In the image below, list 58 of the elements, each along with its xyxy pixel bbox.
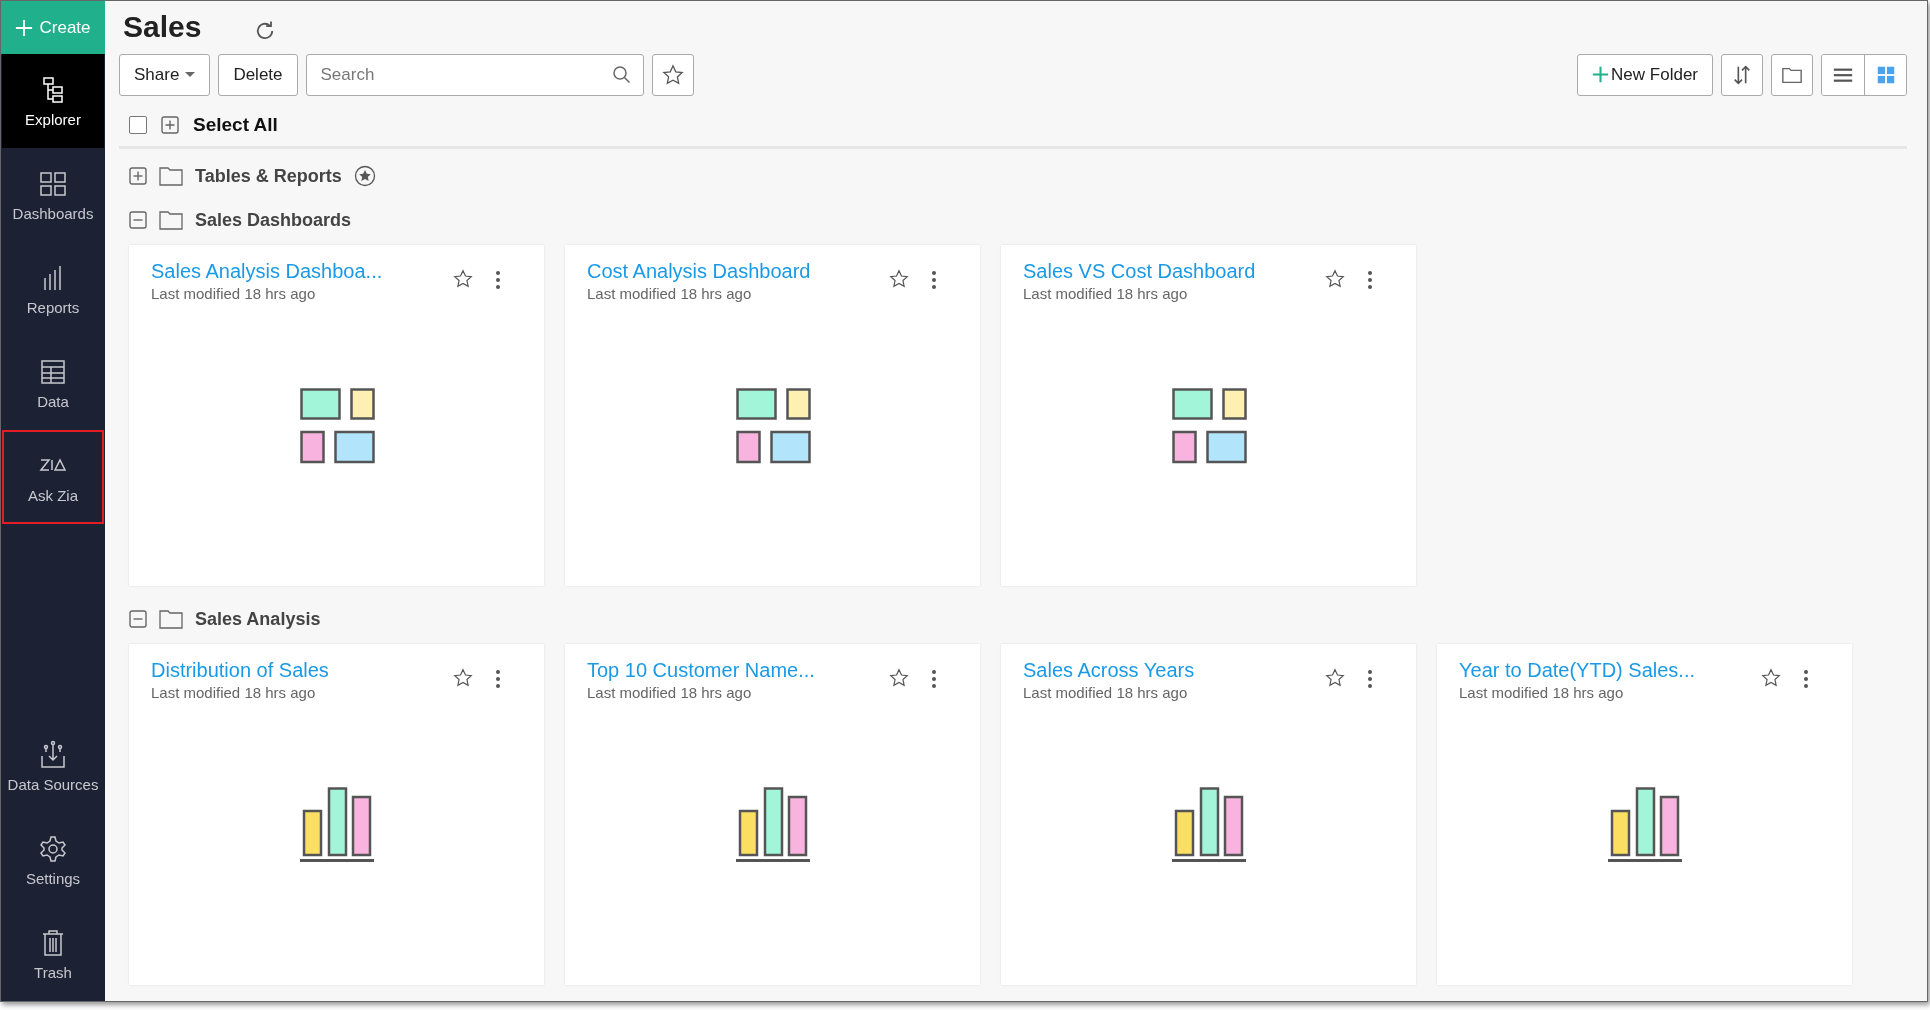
settings-icon (38, 833, 68, 864)
star-icon[interactable] (1760, 667, 1782, 689)
nav-item[interactable]: Data Sources (2, 719, 104, 813)
star-icon[interactable] (452, 667, 474, 689)
expand-icon[interactable] (161, 115, 179, 134)
star-icon (661, 63, 684, 86)
more-options-icon[interactable] (1802, 667, 1810, 691)
last-modified-text: Last modified 18 hrs ago (151, 285, 317, 302)
last-modified-text: Last modified 18 hrs ago (1459, 684, 1625, 701)
more-options-icon[interactable] (494, 268, 502, 292)
nav-item[interactable]: Trash (2, 907, 104, 1001)
sort-icon (1731, 63, 1753, 86)
more-options-icon[interactable] (494, 667, 502, 691)
folder-name[interactable]: Tables & Reports (195, 165, 342, 187)
search-icon (611, 64, 632, 85)
list-view-button[interactable] (1822, 54, 1864, 95)
select-all-label: Select All (193, 113, 278, 136)
collapse-icon[interactable] (129, 610, 147, 628)
nav-item[interactable]: Dashboards (2, 148, 104, 242)
import-icon (38, 739, 68, 770)
more-options-icon[interactable] (1366, 667, 1374, 691)
delete-button[interactable]: Delete (218, 53, 298, 96)
last-modified-text: Last modified 18 hrs ago (1023, 684, 1189, 701)
highlighted-nav-item[interactable]: Ask Zia (2, 430, 104, 524)
plus-icon (1592, 66, 1610, 84)
folder-button[interactable] (1771, 53, 1813, 96)
more-options-icon[interactable] (930, 268, 938, 292)
star-icon[interactable] (888, 268, 910, 290)
star-icon[interactable] (1324, 268, 1346, 290)
last-modified-text: Last modified 18 hrs ago (1023, 285, 1189, 302)
plus-icon (15, 18, 34, 37)
last-modified-text: Last modified 18 hrs ago (587, 684, 753, 701)
last-modified-text: Last modified 18 hrs ago (587, 285, 753, 302)
folder-icon (159, 166, 183, 186)
folder-icon (159, 210, 183, 230)
star-icon[interactable] (1324, 667, 1346, 689)
nav-item[interactable]: Reports (2, 242, 104, 336)
nav-item[interactable]: Explorer (2, 54, 104, 148)
sort-button[interactable] (1721, 53, 1763, 96)
star-icon[interactable] (452, 268, 474, 290)
favorites-button[interactable] (651, 53, 694, 96)
folder-name[interactable]: Sales Dashboards (195, 209, 352, 231)
more-options-icon[interactable] (1366, 268, 1374, 292)
expand-icon[interactable] (129, 167, 147, 185)
page-title: Sales (123, 10, 202, 45)
star-icon[interactable] (888, 667, 910, 689)
more-options-icon[interactable] (930, 667, 938, 691)
nav-item[interactable]: Data (2, 336, 104, 430)
caret-icon (185, 72, 196, 78)
search-field[interactable]: Search (305, 53, 644, 96)
collapse-icon[interactable] (129, 211, 147, 229)
folder-name[interactable]: Sales Analysis (195, 608, 321, 630)
new-folder-button[interactable]: New Folder (1577, 53, 1713, 96)
share-button[interactable]: Share (119, 53, 211, 96)
checkbox[interactable] (129, 115, 147, 134)
nav-item[interactable]: Settings (2, 813, 104, 907)
folder-icon (159, 609, 183, 629)
last-modified-text: Last modified 18 hrs ago (151, 684, 317, 701)
